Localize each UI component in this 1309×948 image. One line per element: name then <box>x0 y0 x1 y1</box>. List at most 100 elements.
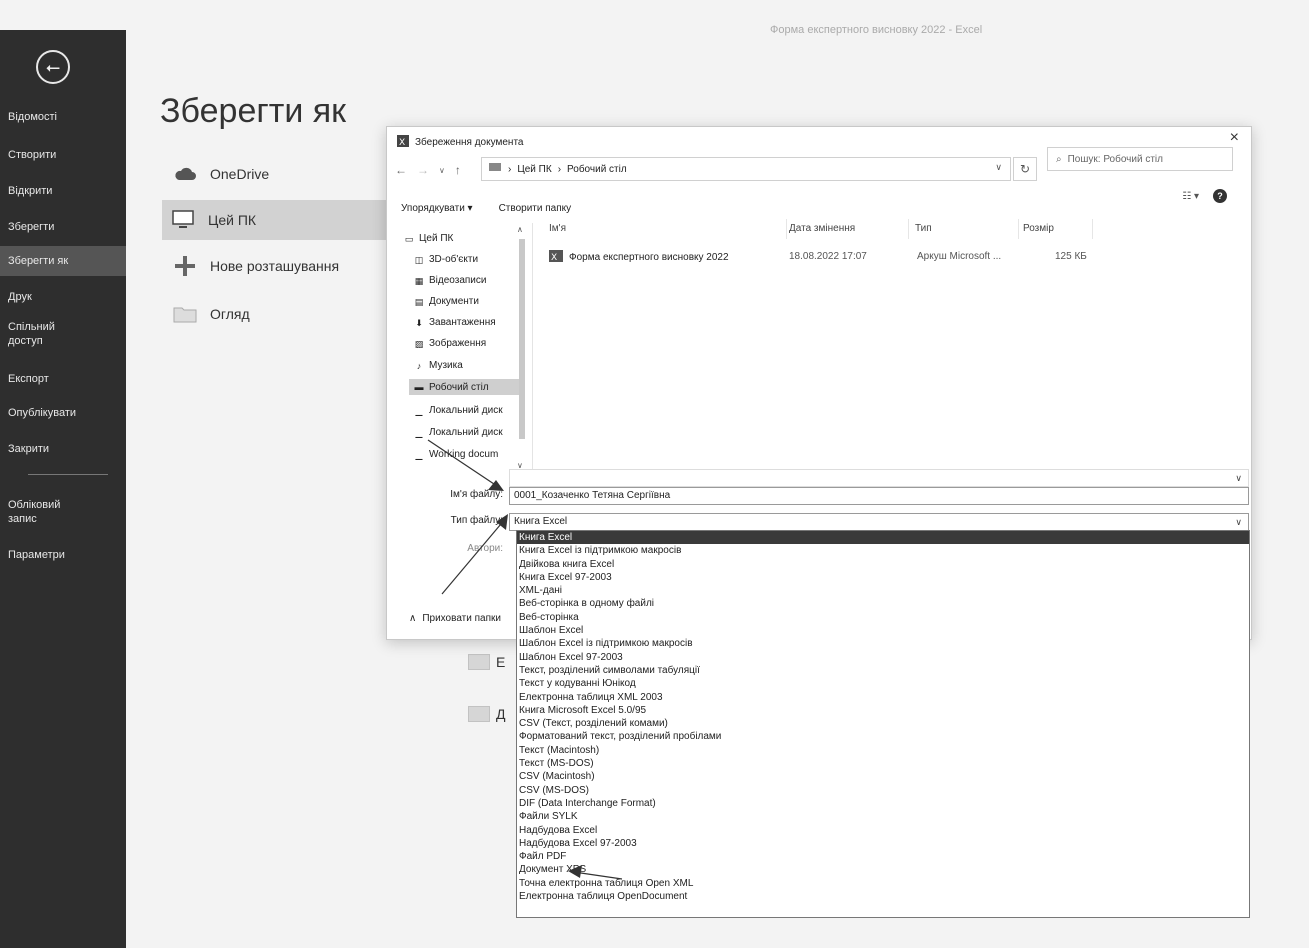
nav-publish[interactable]: Опублікувати <box>8 406 118 420</box>
location-onedrive[interactable]: OneDrive <box>164 154 269 194</box>
filetype-option[interactable]: Текст у кодуванні Юнікод <box>517 677 1249 690</box>
tree-item[interactable]: ▦ Відеозаписи <box>413 275 533 286</box>
filetype-option[interactable]: Шаблон Excel із підтримкою макросів <box>517 637 1249 650</box>
location-this-pc[interactable]: Цей ПК <box>162 200 394 240</box>
filetype-option[interactable]: Книга Excel <box>517 531 1249 545</box>
chevron-down-icon[interactable]: ∨ <box>1235 470 1242 486</box>
tree-item[interactable]: ♪ Музика <box>413 360 533 371</box>
excel-file-icon: X <box>549 249 563 266</box>
filetype-select[interactable]: Книга Excel ∨ <box>509 513 1249 531</box>
filetype-option[interactable]: Книга Microsoft Excel 5.0/95 <box>517 704 1249 717</box>
location-browse[interactable]: Огляд <box>164 294 250 334</box>
filetype-option[interactable]: Веб-сторінка в одному файлі <box>517 597 1249 610</box>
tree-item[interactable]: ◫ 3D-об'єкти <box>413 254 533 265</box>
nav-share[interactable]: Спільний доступ <box>8 320 78 348</box>
tree-item[interactable]: ▁ Локальний диск <box>413 427 533 438</box>
scrollbar-thumb[interactable] <box>519 239 525 439</box>
chevron-up-icon[interactable]: ∧ <box>517 225 523 234</box>
nav-info[interactable]: Відомості <box>8 110 118 124</box>
filetype-option[interactable]: Надбудова Excel 97-2003 <box>517 837 1249 850</box>
nav-print[interactable]: Друк <box>8 290 118 304</box>
backstage-nav: ⭠ Відомості Створити Відкрити Зберегти З… <box>0 0 126 948</box>
nav-save-as[interactable]: Зберегти як <box>0 246 126 276</box>
column-size[interactable]: Розмір <box>1023 219 1093 239</box>
chevron-down-icon[interactable]: ∨ <box>439 166 445 175</box>
filetype-option[interactable]: Надбудова Excel <box>517 824 1249 837</box>
organize-button[interactable]: Упорядкувати ▾ <box>401 203 473 214</box>
hide-folders-toggle[interactable]: ∧ Приховати папки <box>409 613 501 624</box>
tree-item[interactable]: ▭ Цей ПК <box>403 233 523 244</box>
svg-text:X: X <box>551 253 557 263</box>
nav-close[interactable]: Закрити <box>8 442 118 456</box>
chevron-down-icon[interactable]: ∨ <box>1235 514 1242 530</box>
filetype-option[interactable]: Книга Excel 97-2003 <box>517 571 1249 584</box>
filetype-option[interactable]: Електронна таблиця XML 2003 <box>517 691 1249 704</box>
filetype-option[interactable]: Форматований текст, розділений пробілами <box>517 730 1249 743</box>
tree-item[interactable]: ⬇ Завантаження <box>413 317 533 328</box>
filetype-option[interactable]: Точна електронна таблиця Open XML <box>517 877 1249 890</box>
filetype-option[interactable]: CSV (MS-DOS) <box>517 784 1249 797</box>
close-icon[interactable]: × <box>1230 129 1239 147</box>
tree-scrollbar[interactable]: ∧ ∨ <box>517 223 527 475</box>
folder-icon <box>468 654 490 670</box>
path-combobox[interactable]: ∨ <box>509 469 1249 487</box>
filetype-option[interactable]: Файли SYLK <box>517 810 1249 823</box>
filetype-option[interactable]: CSV (Текст, розділений комами) <box>517 717 1249 730</box>
filetype-option[interactable]: Текст (Macintosh) <box>517 744 1249 757</box>
filetype-dropdown-list[interactable]: Книга Excel Книга Excel із підтримкою мак… <box>516 530 1250 918</box>
filetype-option[interactable]: DIF (Data Interchange Format) <box>517 797 1249 810</box>
filetype-option[interactable]: Книга Excel із підтримкою макросів <box>517 544 1249 557</box>
tree-item[interactable]: ▁ Working docum <box>413 449 533 460</box>
chevron-down-icon[interactable]: ∨ <box>995 162 1002 173</box>
filetype-option[interactable]: Текст, розділений символами табуляції <box>517 664 1249 677</box>
new-folder-button[interactable]: Створити папку <box>499 203 572 214</box>
file-type: Аркуш Microsoft ... <box>917 251 1002 262</box>
tree-item[interactable]: ▁ Локальний диск <box>413 405 533 416</box>
filetype-option[interactable]: Веб-сторінка <box>517 611 1249 624</box>
back-icon[interactable]: ← <box>395 163 407 177</box>
file-row[interactable]: X Форма експертного висновку 2022 <box>549 249 729 266</box>
breadcrumb-this-pc[interactable]: Цей ПК <box>517 164 551 175</box>
filetype-option[interactable]: CSV (Macintosh) <box>517 770 1249 783</box>
breadcrumb-separator: › <box>557 163 562 175</box>
forward-icon[interactable]: → <box>417 163 429 177</box>
nav-options[interactable]: Параметри <box>8 548 118 562</box>
tree-item[interactable]: ▨ Зображення <box>413 338 533 349</box>
location-label: OneDrive <box>210 166 270 182</box>
up-icon[interactable]: ↑ <box>455 163 461 177</box>
excel-icon: X <box>397 135 409 150</box>
filetype-option[interactable]: Текст (MS-DOS) <box>517 757 1249 770</box>
tree-item[interactable]: ▤ Документи <box>413 296 533 307</box>
view-options-icon[interactable]: ☷ ▾ <box>1182 191 1199 202</box>
computer-icon <box>168 210 198 230</box>
filetype-option[interactable]: Файл PDF <box>517 850 1249 863</box>
filetype-option[interactable]: Електронна таблиця OpenDocument <box>517 890 1249 903</box>
filename-input[interactable]: 0001_Козаченко Тетяна Сергіївна <box>509 487 1249 505</box>
column-type[interactable]: Тип <box>915 219 1019 239</box>
location-new-place[interactable]: Нове розташування <box>164 246 339 286</box>
location-label: Нове розташування <box>210 258 340 274</box>
address-bar[interactable]: › Цей ПК › Робочий стіл ∨ <box>481 157 1011 181</box>
refresh-icon[interactable]: ↻ <box>1013 157 1037 181</box>
column-name[interactable]: Ім'я <box>549 219 787 239</box>
recent-folder[interactable]: Д <box>468 706 505 722</box>
nav-account[interactable]: Обліковий запис <box>8 498 78 526</box>
help-icon[interactable]: ? <box>1213 189 1227 203</box>
search-box[interactable]: ⌕ Пошук: Робочий стіл <box>1047 147 1233 171</box>
filetype-option[interactable]: Документ XPS <box>517 863 1249 876</box>
drive-icon: ▁ <box>415 405 423 416</box>
nav-open[interactable]: Відкрити <box>8 184 118 198</box>
computer-icon <box>488 162 502 176</box>
nav-save[interactable]: Зберегти <box>8 220 118 234</box>
filetype-option[interactable]: XML-дані <box>517 584 1249 597</box>
nav-new[interactable]: Створити <box>8 148 118 162</box>
breadcrumb-desktop[interactable]: Робочий стіл <box>567 164 627 175</box>
tree-item-desktop[interactable]: ▬ Робочий стіл <box>409 379 521 395</box>
filetype-option[interactable]: Двійкова книга Excel <box>517 558 1249 571</box>
filetype-option[interactable]: Шаблон Excel 97-2003 <box>517 651 1249 664</box>
back-arrow-icon[interactable]: ⭠ <box>36 50 70 84</box>
recent-folder[interactable]: E <box>468 654 505 670</box>
nav-export[interactable]: Експорт <box>8 372 118 386</box>
column-date[interactable]: Дата змінення <box>789 219 909 239</box>
filetype-option[interactable]: Шаблон Excel <box>517 624 1249 637</box>
